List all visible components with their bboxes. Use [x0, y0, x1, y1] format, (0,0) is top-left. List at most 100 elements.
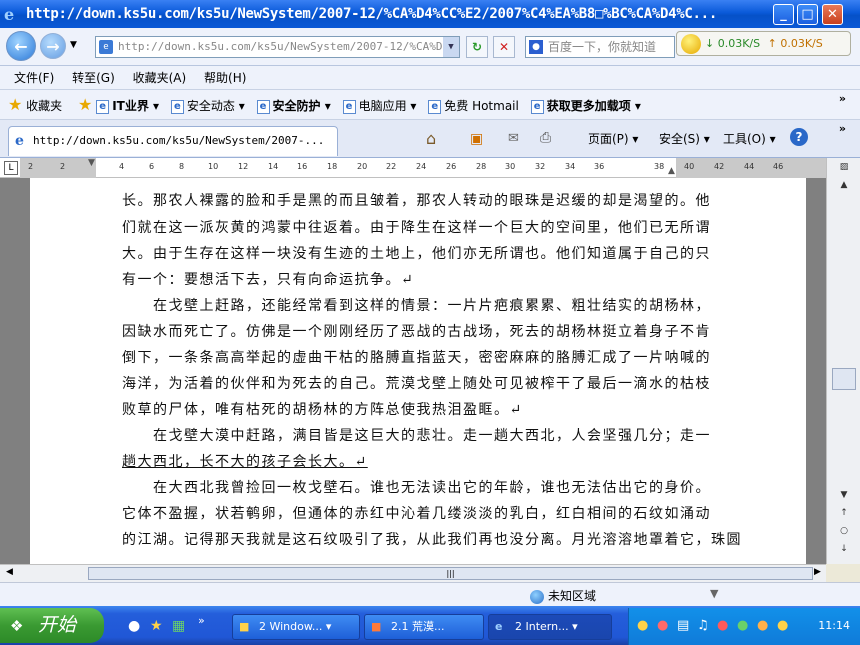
menu-favorites[interactable]: 收藏夹(A) [133, 66, 187, 90]
window-titlebar[interactable]: e http://down.ks5u.com/ks5u/NewSystem/20… [0, 0, 860, 28]
tools-menu[interactable]: 工具(O) ▾ [723, 130, 776, 147]
taskbar-button-label: 2 Intern... [515, 620, 569, 633]
ruler-number: 2 [28, 162, 34, 171]
page-icon: e [342, 99, 356, 114]
menu-file[interactable]: 文件(F) [14, 66, 54, 90]
page-icon: e [530, 99, 544, 114]
quicklaunch-icon[interactable]: ▦ [172, 618, 185, 634]
prev-page-icon[interactable]: ↑ [832, 508, 856, 524]
ruler-number: 42 [714, 162, 725, 171]
ruler-number: 36 [594, 162, 605, 171]
chevron-more-icon[interactable]: » [839, 122, 846, 135]
tray-icon[interactable]: ● [757, 618, 768, 633]
zoom-icon[interactable]: ▼ [710, 587, 718, 600]
tray-icon[interactable]: ● [737, 618, 748, 633]
tray-icon[interactable]: ● [777, 618, 788, 633]
fav-label: 安全动态 ▾ [186, 99, 245, 113]
feeds-icon[interactable]: ▣ [470, 131, 483, 147]
home-icon[interactable]: ⌂ [426, 129, 436, 148]
right-indent-marker-icon[interactable]: ▲ [668, 166, 675, 176]
tray-icon[interactable]: ● [717, 618, 728, 633]
scroll-up-icon[interactable]: ▲ [832, 180, 856, 196]
chevron-more-icon[interactable]: » [198, 614, 205, 627]
ie-logo-icon: e [4, 5, 15, 24]
taskbar: ❖ 开始 ● ★ ▦ » ■ 2 Window... ▾ ■ 2.1 荒漠...… [0, 606, 860, 645]
back-button[interactable]: ← [6, 31, 36, 61]
vertical-scrollbar[interactable]: ▨ ▲ ▼ ↑ ○ ↓ [826, 158, 860, 564]
fav-label: 安全防护 ▾ [272, 99, 331, 113]
powerpoint-icon: ■ [371, 620, 382, 633]
help-icon[interactable]: ? [790, 128, 808, 146]
next-page-icon[interactable]: ↓ [832, 544, 856, 560]
ruler-number: 14 [268, 162, 279, 171]
page-icon: e [96, 99, 110, 114]
fav-item-it[interactable]: ★ e IT业界 ▾ [78, 90, 159, 121]
fav-item-security-protect[interactable]: e 安全防护 ▾ [256, 91, 331, 121]
taskbar-button-label: 2.1 荒漠... [391, 620, 445, 633]
indent-marker-icon[interactable]: ▼ [88, 158, 95, 168]
menu-goto[interactable]: 转至(G) [72, 66, 115, 90]
page-icon: e [256, 99, 270, 114]
chevron-more-icon[interactable]: » [839, 92, 846, 105]
view-toggle-icon[interactable]: ▨ [832, 162, 856, 178]
zone-label: 未知区域 [548, 589, 597, 603]
close-button[interactable]: ✕ [822, 4, 843, 25]
doc-line: 趟大西北，长不大的孩子会长大。↵ [122, 454, 368, 470]
fav-item-pc-apps[interactable]: e 电脑应用 ▾ [342, 91, 416, 121]
doc-line: 海洋，为活着的伙伴和为死去的自己。荒漠戈壁上随处可见被榨干了最后一滴水的枯枝 [122, 376, 711, 392]
network-icon[interactable]: ▤ [677, 618, 689, 633]
forward-button[interactable]: → [40, 33, 66, 59]
browse-object-icon[interactable]: ○ [832, 526, 856, 542]
page-menu[interactable]: 页面(P) ▾ [588, 130, 638, 147]
safety-menu[interactable]: 安全(S) ▾ [659, 130, 710, 147]
refresh-button[interactable]: ↻ [466, 36, 488, 58]
url-dropdown-icon[interactable]: ▼ [443, 37, 459, 57]
taskbar-button-folder[interactable]: ■ 2 Window... ▾ [232, 614, 360, 640]
doc-line: 败草的尸体，唯有枯死的胡杨林的方阵总使我热泪盈眶。↵ [122, 402, 523, 418]
scroll-thumb[interactable] [832, 368, 856, 390]
stop-button[interactable]: ✕ [493, 36, 515, 58]
tray-icon[interactable]: ● [657, 618, 668, 633]
folder-icon: ■ [239, 620, 250, 633]
search-input[interactable]: ● 百度一下，你就知道 [525, 36, 675, 58]
scroll-left-icon[interactable]: ◀ [6, 567, 13, 577]
start-button[interactable]: ❖ 开始 [0, 608, 104, 643]
ruler-number: 46 [773, 162, 784, 171]
history-dropdown-icon[interactable]: ▼ [70, 40, 77, 50]
download-speed: ↓ 0.03K/S [705, 37, 761, 50]
start-label: 开始 [38, 614, 77, 636]
taskbar-button-ie[interactable]: e 2 Intern... ▾ [488, 614, 612, 640]
ruler-number: 24 [416, 162, 427, 171]
url-input[interactable]: e http://down.ks5u.com/ks5u/NewSystem/20… [95, 36, 460, 58]
fav-item-security-news[interactable]: e 安全动态 ▾ [170, 91, 245, 121]
scroll-right-icon[interactable]: ▶ [814, 567, 821, 577]
minimize-button[interactable]: _ [773, 4, 794, 25]
tab-current[interactable]: e http://down.ks5u.com/ks5u/NewSystem/20… [8, 126, 338, 156]
speed-indicator: ↓ 0.03K/S ↑ 0.03K/S [676, 31, 851, 56]
taskbar-button-ppt[interactable]: ■ 2.1 荒漠... [364, 614, 484, 640]
maximize-button[interactable]: □ [797, 4, 818, 25]
fav-label: 获取更多加载项 ▾ [546, 99, 641, 113]
clock[interactable]: 11:14 [818, 619, 850, 632]
page-icon: e [428, 99, 442, 114]
tab-stop-icon[interactable]: L [4, 161, 18, 175]
security-zone[interactable]: 未知区域 [530, 587, 596, 604]
hscroll-thumb[interactable]: ||| [88, 567, 813, 580]
scroll-down-icon[interactable]: ▼ [832, 490, 856, 506]
menu-help[interactable]: 帮助(H) [204, 66, 246, 90]
tray-icon[interactable]: ● [637, 618, 648, 633]
quicklaunch-icon[interactable]: ● [128, 618, 140, 634]
document-page[interactable]: 长。那农人裸露的脸和手是黑的而且皱着，那农人转动的眼珠是迟缓的却是渴望的。他 们… [30, 178, 806, 564]
volume-icon[interactable]: ♫ [697, 618, 709, 633]
fav-item-addons[interactable]: e 获取更多加载项 ▾ [530, 91, 641, 121]
favorites-button[interactable]: ★ 收藏夹 [8, 90, 62, 121]
ruler-number: 44 [744, 162, 755, 171]
ruler-number: 30 [505, 162, 516, 171]
horizontal-scrollbar[interactable]: ◀ ||| ▶ [0, 564, 826, 582]
print-icon[interactable]: ⎙ [540, 130, 551, 146]
quicklaunch-icon[interactable]: ★ [150, 618, 163, 634]
doc-line: 在戈壁上赶路，还能经常看到这样的情景：一片片疤痕累累、粗壮结实的胡杨林， [122, 298, 711, 314]
mail-icon[interactable]: ✉ [508, 131, 519, 146]
ruler-number: 18 [327, 162, 338, 171]
fav-item-hotmail[interactable]: e 免费 Hotmail [428, 91, 519, 121]
